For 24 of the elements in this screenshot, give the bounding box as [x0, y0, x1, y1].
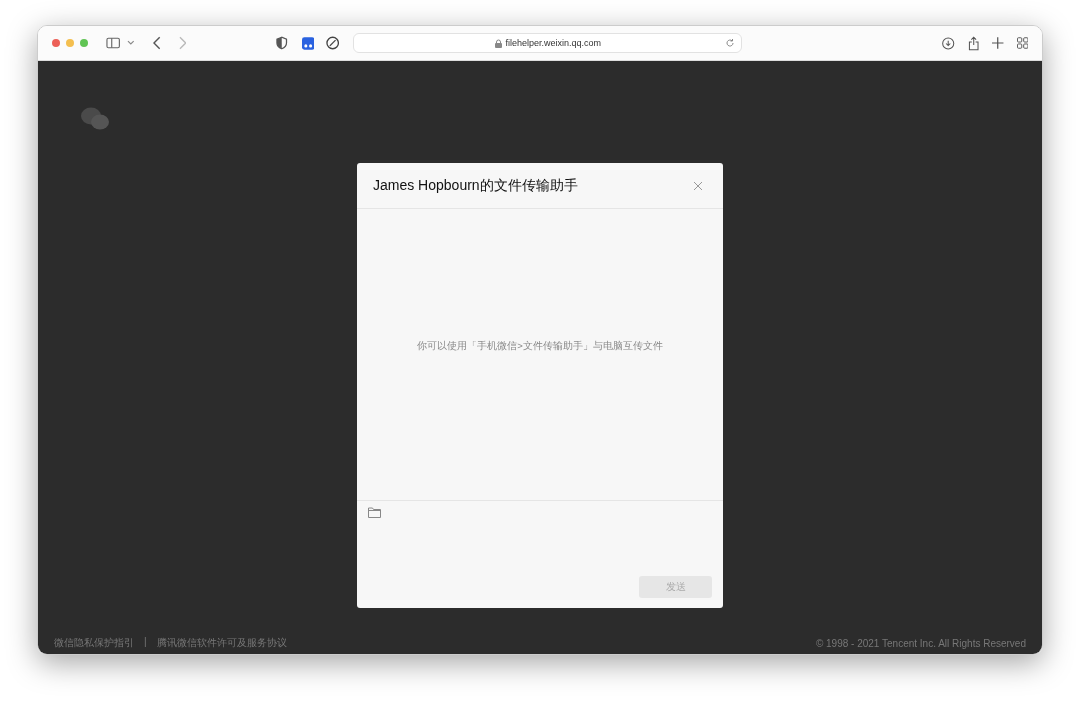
footer-link[interactable]: 腾讯微信软件许可及服务协议	[156, 636, 287, 650]
reload-icon[interactable]	[725, 38, 736, 48]
download-icon[interactable]	[942, 36, 955, 50]
copyright-text: © 1998 - 2021 Tencent Inc. All Rights Reserved	[815, 637, 1026, 649]
tab-grid-icon[interactable]	[1016, 37, 1028, 49]
url-text: filehelper.weixin.qq.com	[505, 38, 602, 48]
sidebar-icon[interactable]	[106, 37, 122, 49]
folder-icon[interactable]	[368, 507, 381, 518]
back-icon[interactable]	[152, 36, 161, 50]
dialog-title: James Hopbourn的文件传输助手	[373, 176, 578, 195]
address-bar[interactable]: filehelper.weixin.qq.com	[353, 33, 743, 53]
plus-icon[interactable]	[992, 37, 1004, 49]
chat-bubbles-icon	[80, 107, 110, 131]
footer-link[interactable]: 微信隐私保护指引	[54, 636, 134, 650]
blocked-icon[interactable]	[326, 36, 340, 50]
close-icon[interactable]	[693, 180, 703, 191]
chevron-down-icon[interactable]	[127, 40, 135, 46]
share-icon[interactable]	[967, 35, 980, 51]
close-window-icon[interactable]	[52, 39, 60, 47]
shield-icon[interactable]	[276, 36, 288, 50]
lock-icon	[494, 38, 502, 48]
extension-icon[interactable]	[301, 36, 315, 50]
empty-message: 你可以使用「手机微信>文件传输助手」与电脑互传文件	[417, 340, 663, 353]
separator-text: |	[144, 636, 147, 649]
